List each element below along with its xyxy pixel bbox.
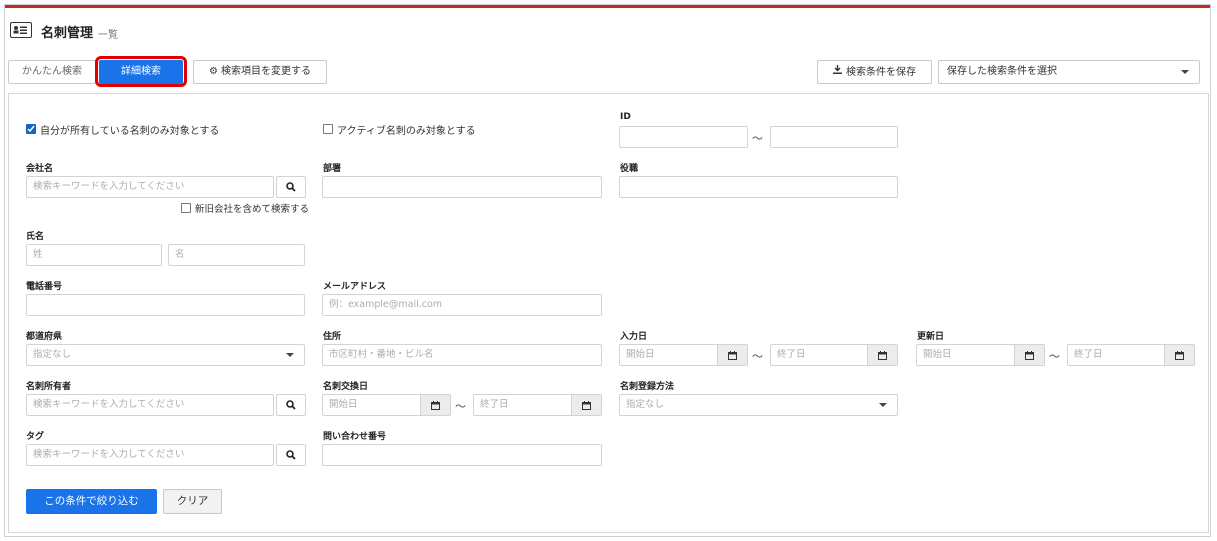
exchange-date-start-input[interactable]: 開始日 (322, 394, 451, 416)
company-input[interactable]: 検索キーワードを入力してください (26, 176, 274, 198)
position-label: 役職 (620, 164, 639, 174)
exchange-date-end-placeholder: 終了日 (480, 399, 509, 410)
phone-input[interactable] (26, 294, 305, 316)
exchange-date-end-input[interactable]: 終了日 (473, 394, 602, 416)
exchange-date-start-placeholder: 開始日 (329, 399, 358, 410)
company-search-button[interactable] (276, 176, 306, 198)
update-date-tilde: ～ (1049, 350, 1060, 363)
update-date-end-input[interactable]: 終了日 (1067, 344, 1195, 366)
page-title: 名刺管理 (41, 26, 94, 41)
entry-date-label: 入力日 (620, 332, 648, 342)
register-method-label: 名刺登録方法 (620, 382, 675, 392)
id-from-input[interactable] (619, 126, 748, 148)
prefecture-select[interactable]: 指定なし (26, 344, 305, 366)
simple-search-tab[interactable]: かんたん検索 (8, 60, 96, 84)
position-input[interactable] (619, 176, 898, 198)
update-date-start-input[interactable]: 開始日 (916, 344, 1045, 366)
register-method-select[interactable]: 指定なし (619, 394, 898, 416)
entry-date-tilde: ～ (752, 350, 763, 363)
name-label: 氏名 (26, 232, 45, 242)
search-icon (286, 400, 296, 410)
prefecture-value: 指定なし (33, 349, 72, 360)
app-icon (10, 22, 32, 38)
calendar-icon[interactable] (1164, 345, 1194, 365)
exchange-date-tilde: ～ (455, 400, 466, 413)
calendar-icon[interactable] (571, 395, 601, 415)
change-search-items-button[interactable]: ⚙ 検索項目を変更する (193, 60, 327, 84)
calendar-icon[interactable] (867, 345, 897, 365)
calendar-icon[interactable] (420, 395, 450, 415)
download-icon (833, 61, 842, 83)
save-conditions-button[interactable]: 検索条件を保存 (817, 60, 932, 84)
gear-icon: ⚙ (209, 66, 218, 77)
entry-date-start-placeholder: 開始日 (626, 349, 655, 360)
tag-label: タグ (26, 432, 45, 442)
inquiry-number-label: 問い合わせ番号 (323, 432, 387, 442)
saved-conditions-value: 保存した検索条件を選択 (947, 66, 1057, 77)
detail-search-tab[interactable]: 詳細検索 (99, 60, 183, 84)
search-icon (286, 182, 296, 192)
calendar-icon[interactable] (717, 345, 747, 365)
own-only-checkbox[interactable] (26, 124, 36, 134)
tag-search-button[interactable] (276, 444, 306, 466)
entry-date-end-input[interactable]: 終了日 (770, 344, 898, 366)
department-label: 部署 (323, 164, 342, 174)
search-icon (286, 450, 296, 460)
address-label: 住所 (323, 332, 342, 342)
email-label: メールアドレス (323, 282, 387, 292)
chevron-down-icon (1181, 70, 1189, 74)
active-only-label: アクティブ名刺のみ対象とする (337, 126, 476, 137)
inquiry-number-input[interactable] (322, 444, 602, 466)
page-subtitle: 一覧 (98, 30, 118, 41)
exchange-date-label: 名刺交換日 (323, 382, 369, 392)
entry-date-start-input[interactable]: 開始日 (619, 344, 748, 366)
update-date-label: 更新日 (917, 332, 945, 342)
prefecture-label: 都道府県 (26, 332, 63, 342)
last-name-input[interactable]: 姓 (26, 244, 162, 266)
save-conditions-label: 検索条件を保存 (846, 67, 916, 78)
own-only-label: 自分が所有している名刺のみ対象とする (40, 126, 220, 137)
owner-label: 名刺所有者 (26, 382, 72, 392)
include-old-company-checkbox[interactable] (181, 203, 191, 213)
saved-conditions-select[interactable]: 保存した検索条件を選択 (938, 60, 1200, 84)
update-date-end-placeholder: 終了日 (1074, 349, 1103, 360)
apply-filter-button[interactable]: この条件で絞り込む (26, 489, 157, 514)
register-method-value: 指定なし (626, 399, 665, 410)
calendar-icon[interactable] (1014, 345, 1044, 365)
entry-date-end-placeholder: 終了日 (777, 349, 806, 360)
id-range-tilde: ～ (752, 132, 763, 145)
tag-input[interactable]: 検索キーワードを入力してください (26, 444, 274, 466)
update-date-start-placeholder: 開始日 (923, 349, 952, 360)
address-input[interactable]: 市区町村・番地・ビル名 (322, 344, 602, 366)
department-input[interactable] (322, 176, 602, 198)
change-search-items-label: 検索項目を変更する (220, 66, 311, 77)
include-old-company-label: 新旧会社を含めて検索する (195, 204, 310, 215)
chevron-down-icon (286, 353, 294, 357)
id-label: ID (620, 112, 631, 122)
email-input[interactable]: 例：example@mail.com (322, 294, 602, 316)
phone-label: 電話番号 (26, 282, 63, 292)
owner-search-button[interactable] (276, 394, 306, 416)
first-name-input[interactable]: 名 (168, 244, 305, 266)
company-label: 会社名 (26, 164, 54, 174)
owner-input[interactable]: 検索キーワードを入力してください (26, 394, 274, 416)
chevron-down-icon (879, 403, 887, 407)
active-only-checkbox[interactable] (323, 124, 333, 134)
id-to-input[interactable] (770, 126, 898, 148)
clear-button[interactable]: クリア (163, 489, 222, 514)
